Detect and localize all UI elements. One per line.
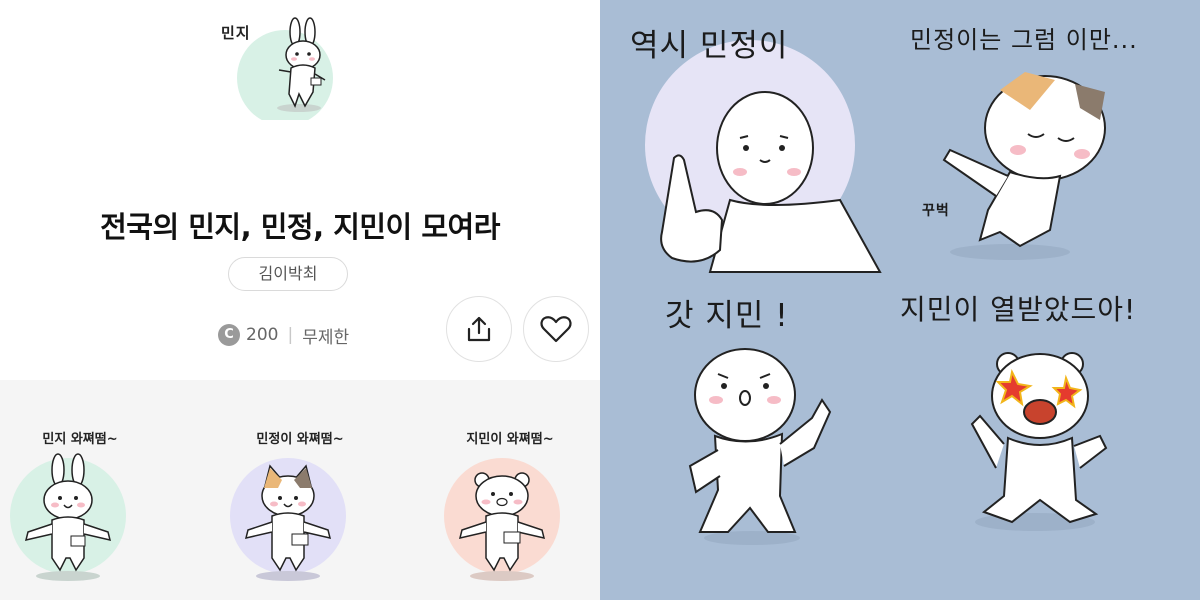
- price-value: 200: [246, 325, 279, 345]
- coin-icon: C: [218, 324, 240, 346]
- sticker-preview-strip: 민지 와쪄떰~ 민정이 와쪄떰~ 지민이 와쪄떰~: [0, 380, 600, 600]
- showcase-caption: 갓 지민 !: [665, 298, 789, 334]
- sticker-detail-panel: 민지 전국의 민지, 민정, 지민이 모여라 김이박최 C 200 | 무제한 …: [0, 0, 600, 600]
- sound-effect-label: 꾸벅: [922, 203, 950, 219]
- share-button[interactable]: [446, 296, 512, 362]
- sticker-showcase-panel: 역시 민정이 민정이는 그럼 이만... 꾸벅 갓 지민 ! 지민이 열받았드아…: [600, 0, 1200, 600]
- price-row: C 200 | 무제한: [218, 322, 349, 348]
- separator: |: [287, 325, 294, 345]
- pack-title: 전국의 민지, 민정, 지민이 모여라: [100, 210, 500, 244]
- showcase-sticker-4[interactable]: 지민이 열받았드아!: [900, 293, 1200, 600]
- showcase-caption: 역시 민정이: [630, 28, 789, 64]
- calico-cat-sticker: [230, 458, 346, 581]
- heart-icon: [540, 316, 572, 343]
- flexing-character-sticker: [688, 348, 832, 545]
- preview-item-bear[interactable]: 지민이 와쪄떰~: [430, 380, 590, 600]
- showcase-caption: 민정이는 그럼 이만...: [910, 26, 1138, 54]
- author-chip[interactable]: 김이박최: [228, 257, 348, 291]
- angry-bear-sticker: [970, 352, 1108, 531]
- bear-sticker: [444, 458, 560, 581]
- hero-label: 민지: [221, 24, 251, 42]
- rabbit-sticker: [10, 453, 126, 581]
- share-icon: [467, 316, 491, 342]
- showcase-caption: 지민이 열받았드아!: [900, 293, 1137, 326]
- showcase-sticker-3[interactable]: 갓 지민 !: [600, 298, 900, 600]
- showcase-sticker-2[interactable]: 민정이는 그럼 이만... 꾸벅: [900, 0, 1200, 300]
- preview-item-cat[interactable]: 민정이 와쪄떰~: [220, 380, 380, 600]
- period-value: 무제한: [302, 327, 350, 348]
- preview-caption: 민정이 와쪄떰~: [256, 432, 344, 447]
- preview-item-rabbit[interactable]: 민지 와쪄떰~: [0, 380, 160, 600]
- showcase-sticker-1[interactable]: 역시 민정이: [600, 0, 900, 300]
- preview-caption: 지민이 와쪄떰~: [466, 432, 554, 447]
- preview-caption: 민지 와쪄떰~: [42, 432, 118, 447]
- like-button[interactable]: [523, 296, 589, 362]
